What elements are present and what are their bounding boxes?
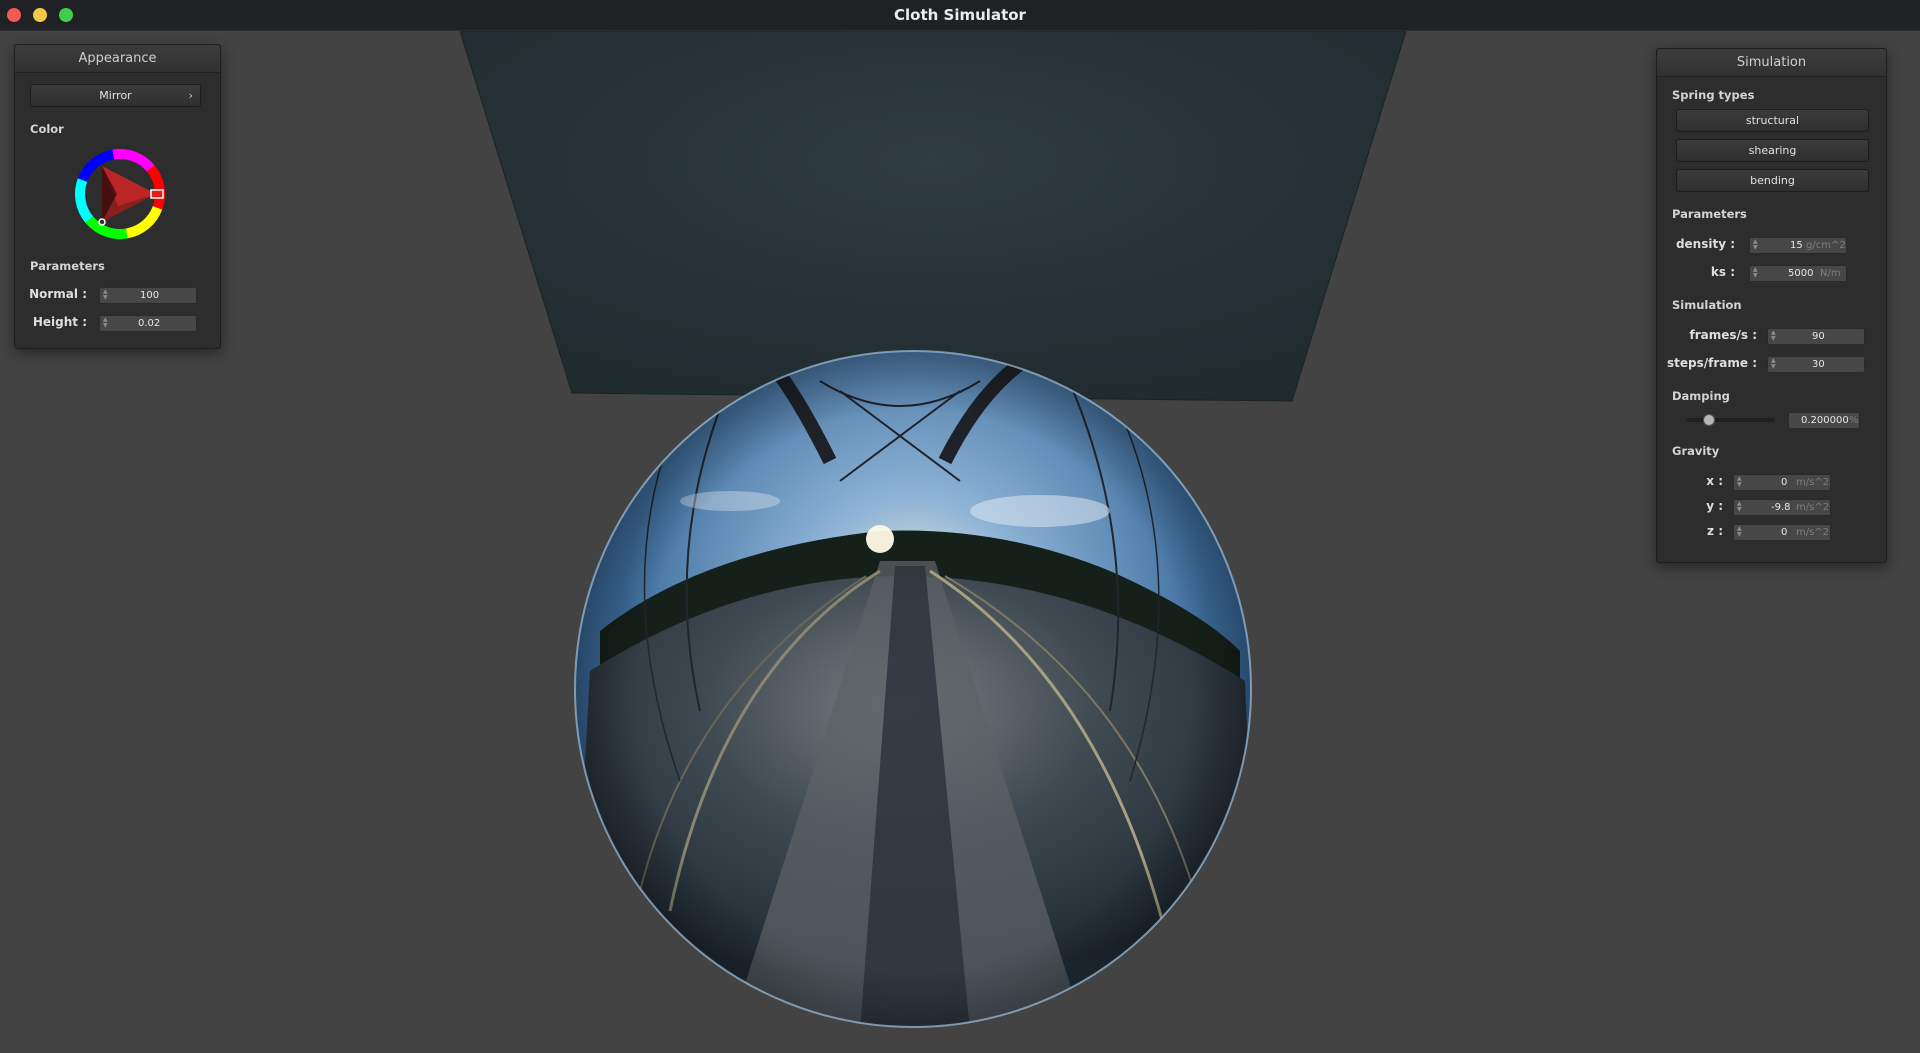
density-field[interactable]: ▲ ▼ 15 g/cm^2 [1749, 237, 1847, 254]
fps-field[interactable]: ▲ ▼ 90 [1767, 328, 1865, 345]
viewport-3d[interactable] [0, 31, 1920, 1053]
gravity-z-field[interactable]: ▲ ▼ 0 m/s^2 [1733, 524, 1831, 541]
spin-arrows-icon[interactable]: ▲ ▼ [1771, 358, 1777, 370]
gravity-y-unit: m/s^2 [1796, 502, 1830, 513]
spring-types-label: Spring types [1672, 88, 1755, 102]
height-field[interactable]: ▲ ▼ 0.02 [99, 315, 197, 332]
damping-value: 0.200000 [1801, 415, 1849, 426]
density-unit: g/cm^2 [1806, 240, 1846, 251]
scene-render [459, 31, 1407, 1028]
bending-button[interactable]: bending [1676, 169, 1869, 192]
mirror-sphere [575, 351, 1251, 1027]
color-wheel[interactable] [72, 146, 168, 242]
shader-select-label: Mirror [99, 89, 132, 102]
sim-parameters-label: Parameters [1672, 207, 1747, 221]
ks-unit: N/m [1820, 268, 1841, 279]
spin-arrows-icon[interactable]: ▲ ▼ [1737, 526, 1743, 538]
gravity-z-label: z : [1707, 524, 1723, 538]
simulation-panel-title[interactable]: Simulation [1657, 49, 1886, 77]
spin-arrows-icon[interactable]: ▲ ▼ [1753, 267, 1759, 279]
structural-button[interactable]: structural [1676, 109, 1869, 132]
shearing-button[interactable]: shearing [1676, 139, 1869, 162]
appearance-parameters-label: Parameters [30, 259, 105, 273]
simulation-section-label: Simulation [1672, 298, 1742, 312]
fps-label: frames/s : [1689, 328, 1757, 342]
shader-select-button[interactable]: Mirror › [30, 84, 201, 107]
damping-unit: % [1849, 415, 1859, 426]
gravity-x-value: 0 [1781, 477, 1788, 488]
window-title: Cloth Simulator [894, 6, 1026, 24]
spin-arrows-icon[interactable]: ▲ ▼ [1753, 239, 1759, 251]
appearance-panel-title[interactable]: Appearance [15, 45, 220, 73]
normal-value: 100 [140, 290, 160, 301]
height-label: Height : [32, 315, 87, 329]
spin-arrows-icon[interactable]: ▲ ▼ [103, 317, 109, 329]
appearance-panel: Appearance Mirror › Color Parameters Nor… [14, 44, 221, 349]
gravity-y-field[interactable]: ▲ ▼ -9.8 m/s^2 [1733, 499, 1831, 516]
height-value: 0.02 [138, 318, 161, 329]
ks-label: ks : [1710, 265, 1735, 279]
damping-label: Damping [1672, 389, 1730, 403]
gravity-label: Gravity [1672, 444, 1720, 458]
steps-field[interactable]: ▲ ▼ 30 [1767, 356, 1865, 373]
fps-value: 90 [1812, 331, 1825, 342]
spin-arrows-icon[interactable]: ▲ ▼ [1737, 501, 1743, 513]
title-bar: Cloth Simulator [0, 0, 1920, 31]
cloth-mesh [460, 31, 1406, 401]
gravity-y-label: y : [1706, 499, 1723, 513]
gravity-x-field[interactable]: ▲ ▼ 0 m/s^2 [1733, 474, 1831, 491]
gravity-x-label: x : [1706, 474, 1723, 488]
ks-field[interactable]: ▲ ▼ 5000 N/m [1749, 265, 1847, 282]
chevron-right-icon: › [188, 89, 193, 102]
gravity-y-value: -9.8 [1771, 502, 1791, 513]
spin-arrows-icon[interactable]: ▲ ▼ [1771, 330, 1777, 342]
gravity-z-value: 0 [1781, 527, 1788, 538]
gravity-z-unit: m/s^2 [1796, 527, 1830, 538]
damping-slider[interactable] [1687, 414, 1775, 426]
density-label: density : [1675, 237, 1735, 251]
color-section-label: Color [30, 122, 64, 136]
simulation-panel: Simulation Spring types structural shear… [1656, 48, 1887, 563]
steps-value: 30 [1812, 359, 1825, 370]
damping-slider-handle[interactable] [1702, 414, 1715, 426]
gravity-x-unit: m/s^2 [1796, 477, 1830, 488]
steps-label: steps/frame : [1667, 356, 1757, 370]
ks-value: 5000 [1788, 268, 1814, 279]
damping-field[interactable]: 0.200000 % [1788, 412, 1860, 429]
normal-field[interactable]: ▲ ▼ 100 [99, 287, 197, 304]
spin-arrows-icon[interactable]: ▲ ▼ [103, 289, 109, 301]
spin-arrows-icon[interactable]: ▲ ▼ [1737, 476, 1743, 488]
density-value: 15 [1790, 240, 1803, 251]
normal-label: Normal : [29, 287, 87, 301]
